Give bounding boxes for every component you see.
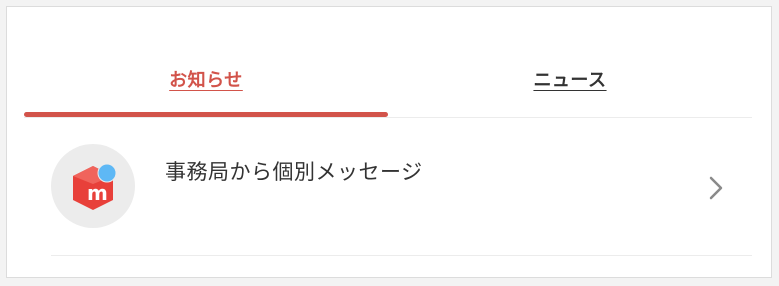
svg-text:m: m: [87, 181, 108, 205]
list-divider: [51, 255, 752, 256]
notification-panel: お知らせ ニュース m 事務局から個別メッセージ: [6, 6, 772, 278]
notification-title: 事務局から個別メッセージ: [165, 160, 423, 184]
mercari-logo-icon: m: [73, 163, 117, 210]
notification-item[interactable]: m 事務局から個別メッセージ: [24, 118, 752, 255]
tab-news-label: ニュース: [533, 70, 607, 91]
tab-notifications[interactable]: お知らせ: [24, 55, 388, 103]
chevron-right-icon: [709, 176, 723, 200]
tab-notifications-label: お知らせ: [169, 70, 243, 91]
avatar: m: [51, 144, 135, 228]
tab-bar: お知らせ ニュース: [24, 55, 752, 117]
tab-news[interactable]: ニュース: [388, 55, 752, 103]
